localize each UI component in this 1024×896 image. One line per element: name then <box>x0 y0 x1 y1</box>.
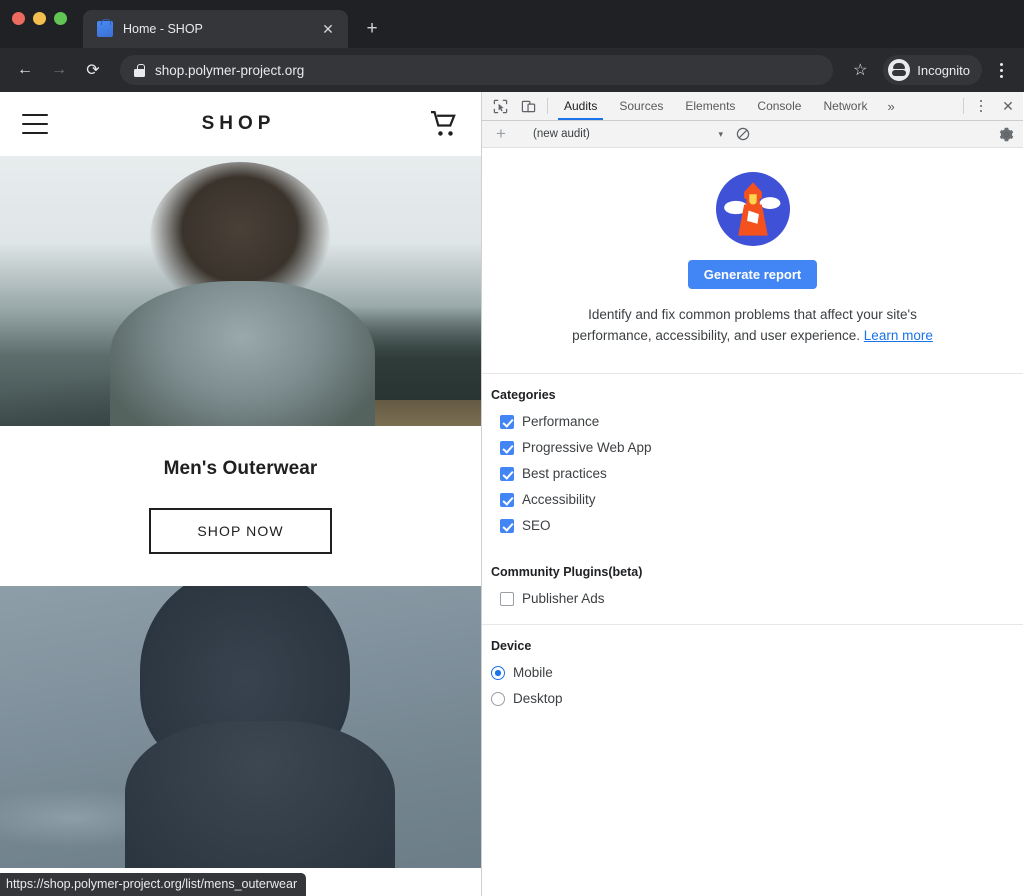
shopping-cart-icon[interactable] <box>429 111 459 137</box>
option-accessibility[interactable]: Accessibility <box>491 487 1023 513</box>
checkbox-progressive-web-app[interactable] <box>500 441 514 455</box>
hero-foreground <box>362 400 482 426</box>
audit-select-value: (new audit) <box>533 128 712 140</box>
tab-network[interactable]: Network <box>812 92 878 120</box>
new-tab-button[interactable]: + <box>358 15 386 43</box>
checkbox-seo[interactable] <box>500 519 514 533</box>
back-button[interactable]: ← <box>10 55 40 85</box>
option-performance[interactable]: Performance <box>491 409 1023 435</box>
option-desktop[interactable]: Desktop <box>491 686 1023 712</box>
link-status-bar: https://shop.polymer-project.org/list/me… <box>0 873 306 896</box>
reload-button[interactable]: ⟳ <box>78 55 108 85</box>
community-plugins-section: Community Plugins(beta) Publisher Ads <box>482 551 1023 625</box>
hero-image-mens-outerwear <box>0 156 482 426</box>
devtools-menu-icon[interactable] <box>969 92 993 120</box>
toolbar-divider-right <box>963 98 964 114</box>
categories-title: Categories <box>491 388 1023 402</box>
address-bar-url: shop.polymer-project.org <box>155 63 304 78</box>
promo-block: Men's Outerwear SHOP NOW <box>0 426 481 586</box>
device-toolbar-icon[interactable] <box>514 92 542 120</box>
bookmark-star-icon[interactable]: ☆ <box>845 55 875 85</box>
tab-elements[interactable]: Elements <box>674 92 746 120</box>
tab-console[interactable]: Console <box>746 92 812 120</box>
chrome-menu-icon[interactable] <box>988 55 1014 85</box>
option-progressive-web-app[interactable]: Progressive Web App <box>491 435 1023 461</box>
learn-more-link[interactable]: Learn more <box>864 328 933 343</box>
lighthouse-description: Identify and fix common problems that af… <box>553 305 953 347</box>
lighthouse-logo <box>716 172 790 246</box>
web-page-viewport: SHOP Men's Outerwear SHOP NOW ht <box>0 92 482 896</box>
more-tabs-icon[interactable]: » <box>878 92 903 120</box>
label-best-practices: Best practices <box>522 466 607 481</box>
checkbox-publisher-ads[interactable] <box>500 592 514 606</box>
audits-toolbar: + (new audit) ▾ <box>482 121 1023 148</box>
clear-all-icon[interactable] <box>735 126 751 142</box>
incognito-icon <box>888 59 910 81</box>
inspect-element-icon[interactable] <box>486 92 514 120</box>
label-desktop: Desktop <box>513 691 563 706</box>
label-accessibility: Accessibility <box>522 492 596 507</box>
add-audit-button[interactable]: + <box>488 124 514 144</box>
window-close-button[interactable] <box>12 12 25 25</box>
tab-audits[interactable]: Audits <box>553 92 608 120</box>
checkbox-accessibility[interactable] <box>500 493 514 507</box>
tab-sources[interactable]: Sources <box>608 92 674 120</box>
device-title: Device <box>491 639 1023 653</box>
window-minimize-button[interactable] <box>33 12 46 25</box>
window-traffic-lights <box>12 0 67 48</box>
description-line-1: Identify and fix common problems that af… <box>588 307 917 322</box>
label-performance: Performance <box>522 414 599 429</box>
shop-now-button[interactable]: SHOP NOW <box>149 508 331 554</box>
shopping-bag-icon <box>97 21 113 37</box>
devtools-close-icon[interactable]: ✕ <box>993 92 1023 120</box>
device-section: Device Mobile Desktop <box>482 625 1023 724</box>
label-seo: SEO <box>522 518 551 533</box>
community-plugins-title: Community Plugins(beta) <box>491 565 1023 579</box>
checkbox-performance[interactable] <box>500 415 514 429</box>
description-line-2: performance, accessibility, and user exp… <box>572 328 860 343</box>
radio-mobile[interactable] <box>491 666 505 680</box>
forward-button[interactable]: → <box>44 55 74 85</box>
devtools-tab-bar: Audits Sources Elements Console Network … <box>482 92 1023 121</box>
tab-strip: Home - SHOP ✕ + <box>0 0 1024 48</box>
generate-report-button[interactable]: Generate report <box>688 260 818 289</box>
toolbar-divider <box>547 98 548 114</box>
browser-window: Home - SHOP ✕ + ← → ⟳ shop.polymer-proje… <box>0 0 1024 896</box>
hero-mist <box>0 788 180 848</box>
profile-incognito-button[interactable]: Incognito <box>883 55 982 85</box>
tab-title: Home - SHOP <box>123 22 308 36</box>
shop-app-header: SHOP <box>0 92 481 156</box>
hero-image-secondary <box>0 586 482 868</box>
label-progressive-web-app: Progressive Web App <box>522 440 652 455</box>
chevron-down-icon: ▾ <box>718 129 723 140</box>
audits-start-view: Generate report Identify and fix common … <box>482 148 1023 896</box>
content-area: SHOP Men's Outerwear SHOP NOW ht <box>0 92 1024 896</box>
tab-bar-spacer <box>904 92 958 120</box>
devtools-panel: Audits Sources Elements Console Network … <box>482 92 1023 896</box>
hamburger-icon[interactable] <box>22 114 48 134</box>
radio-desktop[interactable] <box>491 692 505 706</box>
checkbox-best-practices[interactable] <box>500 467 514 481</box>
browser-toolbar: ← → ⟳ shop.polymer-project.org ☆ Incogni… <box>0 48 1024 92</box>
page-title: SHOP <box>48 113 429 135</box>
audit-select[interactable]: (new audit) ▾ <box>533 128 723 140</box>
option-publisher-ads[interactable]: Publisher Ads <box>491 586 1023 612</box>
promo-title: Men's Outerwear <box>164 458 318 480</box>
browser-tab[interactable]: Home - SHOP ✕ <box>83 10 348 48</box>
label-publisher-ads: Publisher Ads <box>522 591 605 606</box>
lighthouse-hero: Generate report Identify and fix common … <box>482 148 1023 374</box>
close-icon[interactable]: ✕ <box>318 19 338 39</box>
option-mobile[interactable]: Mobile <box>491 660 1023 686</box>
profile-label: Incognito <box>917 63 970 78</box>
address-bar[interactable]: shop.polymer-project.org <box>120 55 833 85</box>
option-seo[interactable]: SEO <box>491 513 1023 539</box>
gear-icon[interactable] <box>989 127 1023 142</box>
option-best-practices[interactable]: Best practices <box>491 461 1023 487</box>
window-maximize-button[interactable] <box>54 12 67 25</box>
lock-icon <box>134 64 145 77</box>
label-mobile: Mobile <box>513 665 553 680</box>
categories-section: Categories Performance Progressive Web A… <box>482 374 1023 551</box>
